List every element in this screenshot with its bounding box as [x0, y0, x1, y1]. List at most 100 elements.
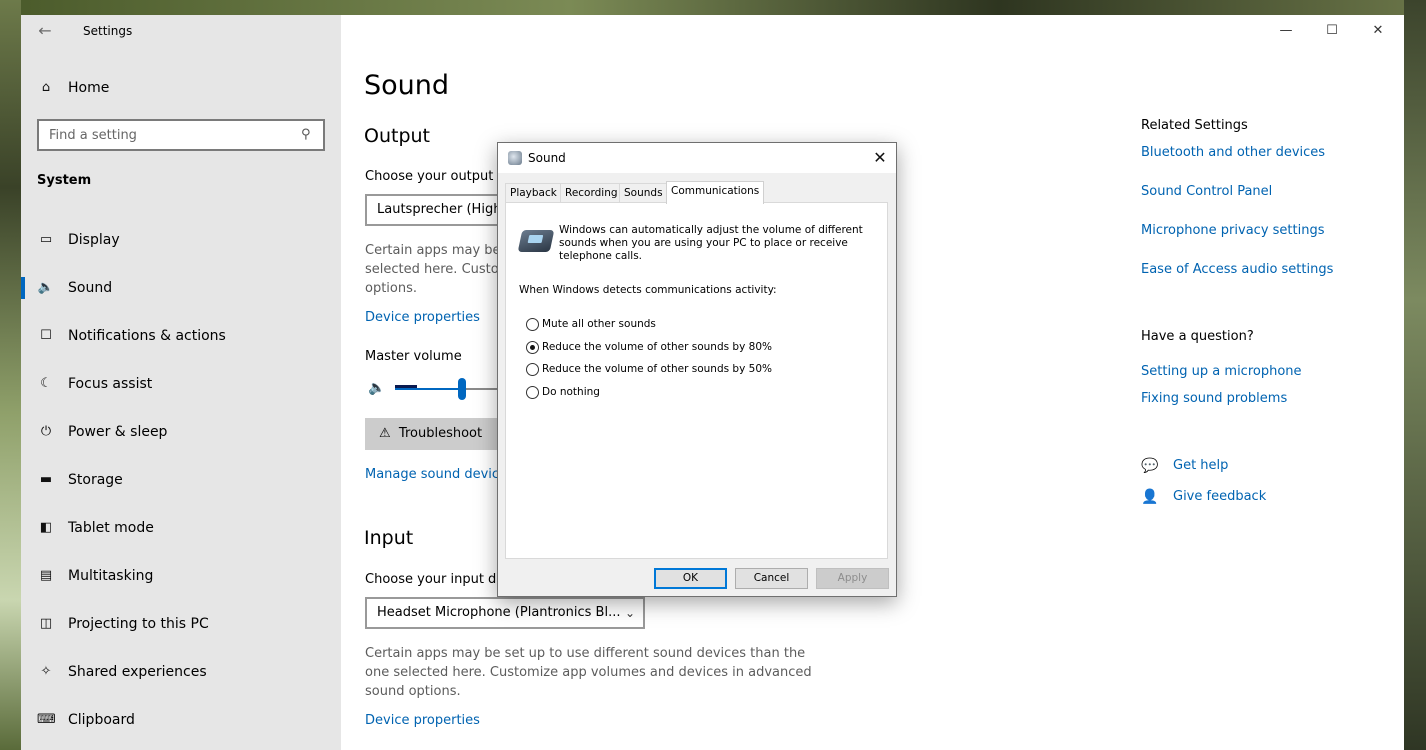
apply-button[interactable]: Apply	[816, 568, 889, 589]
close-icon[interactable]: ✕	[1366, 21, 1390, 41]
related-link-bluetooth[interactable]: Bluetooth and other devices	[1141, 145, 1325, 160]
sound-dialog: Sound ✕ Playback Recording Sounds Commun…	[497, 142, 897, 597]
radio-label: Reduce the volume of other sounds by 80%	[542, 341, 772, 353]
slider-fill	[395, 388, 462, 390]
get-help-icon: 💬	[1141, 458, 1159, 474]
sidebar-item-home[interactable]: ⌂ Home	[21, 73, 341, 103]
sidebar-item-label: Power & sleep	[68, 424, 168, 440]
desktop-background	[0, 0, 21, 750]
help-link-microphone[interactable]: Setting up a microphone	[1141, 364, 1302, 379]
radio-button[interactable]	[526, 363, 539, 376]
communications-panel: Windows can automatically adjust the vol…	[505, 202, 888, 559]
sidebar-item-projecting[interactable]: ◫ Projecting to this PC	[21, 604, 341, 644]
clipboard-icon: ⌨	[37, 712, 56, 727]
input-device-dropdown[interactable]: Headset Microphone (Plantronics Bl... ⌄	[365, 597, 645, 629]
close-icon[interactable]: ✕	[872, 148, 888, 167]
slider-thumb[interactable]	[458, 378, 466, 400]
output-heading: Output	[364, 125, 430, 147]
desktop-background	[0, 0, 1426, 15]
sidebar-item-label: Tablet mode	[68, 520, 154, 536]
output-description-line: selected here. Custom	[365, 262, 512, 277]
master-volume-slider[interactable]	[395, 388, 505, 390]
cancel-button[interactable]: Cancel	[735, 568, 808, 589]
sidebar-item-display[interactable]: ▭ Display	[21, 220, 341, 260]
output-description-line: options.	[365, 281, 418, 296]
sidebar-item-label: Sound	[68, 280, 113, 296]
sidebar-item-label: Shared experiences	[68, 664, 207, 680]
sidebar-item-focus-assist[interactable]: ☾ Focus assist	[21, 364, 341, 404]
shared-icon: ✧	[40, 664, 52, 679]
maximize-icon[interactable]: ☐	[1320, 21, 1344, 41]
radio-option-mute[interactable]: Mute all other sounds	[526, 317, 826, 333]
notifications-icon: ☐	[40, 328, 52, 343]
volume-icon[interactable]: 🔈	[368, 380, 385, 396]
search-box[interactable]: ⚲	[37, 119, 325, 151]
output-device-label: Choose your output d	[365, 169, 506, 184]
back-arrow-icon[interactable]: ←	[35, 21, 55, 41]
ok-button[interactable]: OK	[654, 568, 727, 589]
get-help-link[interactable]: Get help	[1173, 458, 1228, 473]
sidebar-item-label: Display	[68, 232, 120, 248]
related-link-sound-control-panel[interactable]: Sound Control Panel	[1141, 184, 1272, 199]
radio-button[interactable]	[526, 386, 539, 399]
search-icon[interactable]: ⚲	[301, 127, 317, 143]
detect-activity-label: When Windows detects communications acti…	[519, 284, 777, 296]
sidebar-item-label: Projecting to this PC	[68, 616, 209, 632]
help-link-sound-problems[interactable]: Fixing sound problems	[1141, 391, 1287, 406]
output-device-properties-link[interactable]: Device properties	[365, 310, 480, 325]
radio-button[interactable]	[526, 341, 539, 354]
sidebar-item-shared-experiences[interactable]: ✧ Shared experiences	[21, 652, 341, 692]
manage-sound-devices-link[interactable]: Manage sound device	[365, 467, 507, 482]
tab-playback[interactable]: Playback	[505, 183, 562, 203]
sidebar-item-multitasking[interactable]: ▤ Multitasking	[21, 556, 341, 596]
window-controls: — ☐ ✕	[1264, 15, 1404, 47]
feedback-icon: 👤	[1141, 489, 1159, 505]
related-link-microphone-privacy[interactable]: Microphone privacy settings	[1141, 223, 1325, 238]
troubleshoot-button[interactable]: ⚠ Troubleshoot	[365, 418, 505, 450]
tablet-icon: ◧	[39, 520, 53, 535]
give-feedback-link[interactable]: Give feedback	[1173, 489, 1266, 504]
sidebar-item-label: Multitasking	[68, 568, 154, 584]
radio-option-reduce-50[interactable]: Reduce the volume of other sounds by 50%	[526, 362, 826, 378]
title-bar: ← Settings	[21, 15, 341, 47]
radio-label: Do nothing	[542, 386, 600, 398]
tab-recording[interactable]: Recording	[560, 183, 623, 203]
speaker-icon: 🔈	[37, 280, 55, 295]
master-volume-label: Master volume	[365, 349, 462, 364]
input-device-properties-link[interactable]: Device properties	[365, 713, 480, 728]
related-settings-heading: Related Settings	[1141, 118, 1248, 133]
sidebar-item-power-sleep[interactable]: ⏻ Power & sleep	[21, 412, 341, 452]
chevron-down-icon: ⌄	[624, 606, 635, 620]
communications-info-text: Windows can automatically adjust the vol…	[559, 224, 863, 262]
related-link-ease-of-access-audio[interactable]: Ease of Access audio settings	[1141, 262, 1333, 277]
tab-sounds[interactable]: Sounds	[619, 183, 668, 203]
dialog-title: Sound	[528, 151, 566, 165]
sidebar-item-storage[interactable]: ▬ Storage	[21, 460, 341, 500]
sidebar-item-label: Home	[68, 80, 110, 96]
sidebar-item-label: Focus assist	[68, 376, 153, 392]
input-device-value: Headset Microphone (Plantronics Bl...	[377, 605, 621, 620]
output-device-value: Lautsprecher (High	[377, 202, 502, 217]
page-title: Sound	[364, 70, 450, 101]
troubleshoot-label: Troubleshoot	[398, 426, 483, 441]
volume-level-bar	[395, 385, 417, 388]
sidebar-item-notifications[interactable]: ☐ Notifications & actions	[21, 316, 341, 356]
output-description-line: Certain apps may be s	[365, 243, 512, 258]
search-input[interactable]	[39, 121, 289, 149]
sidebar-item-clipboard[interactable]: ⌨ Clipboard	[21, 700, 341, 740]
radio-button[interactable]	[526, 318, 539, 331]
input-description: Certain apps may be set up to use differ…	[365, 646, 812, 699]
input-heading: Input	[364, 527, 414, 549]
minimize-icon[interactable]: —	[1274, 21, 1298, 41]
sidebar-item-sound[interactable]: 🔈 Sound	[21, 268, 341, 308]
radio-label: Mute all other sounds	[542, 318, 656, 330]
radio-option-reduce-80[interactable]: Reduce the volume of other sounds by 80%	[526, 340, 826, 356]
radio-option-do-nothing[interactable]: Do nothing	[526, 385, 826, 401]
sidebar-item-tablet-mode[interactable]: ◧ Tablet mode	[21, 508, 341, 548]
multitasking-icon: ▤	[39, 568, 53, 583]
desktop-background	[1404, 0, 1426, 750]
telephone-icon	[517, 230, 555, 252]
app-title: Settings	[83, 24, 133, 38]
tab-communications[interactable]: Communications	[666, 181, 765, 204]
monitor-icon: ▭	[39, 232, 53, 247]
